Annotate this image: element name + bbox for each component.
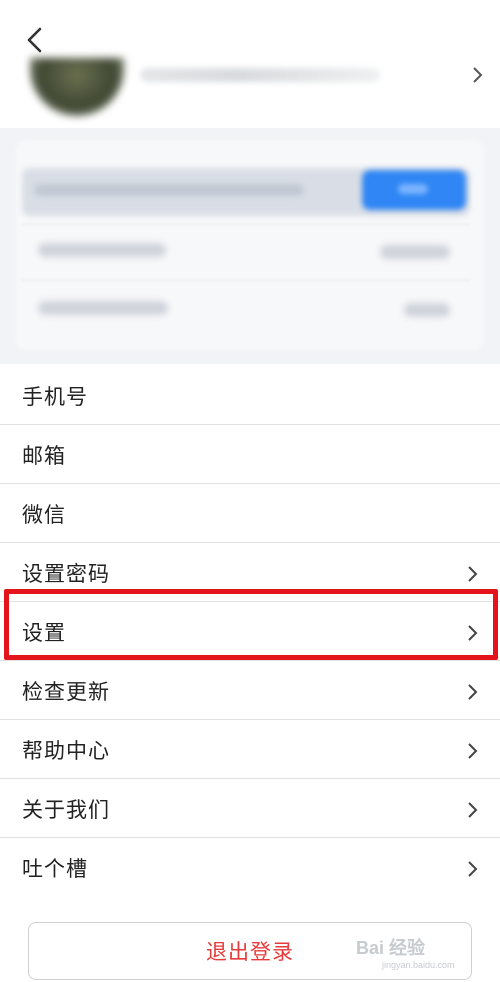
menu-item-label: 设置: [22, 621, 66, 645]
chevron-right-icon: [468, 861, 478, 877]
menu-item-set-password[interactable]: 设置密码: [0, 543, 500, 602]
back-button[interactable]: [18, 22, 54, 58]
chevron-right-icon: [468, 566, 478, 582]
watermark: Bai 经验 jingyan.baidu.com: [356, 932, 496, 976]
chevron-right-icon: [468, 684, 478, 700]
watermark-url: jingyan.baidu.com: [382, 960, 455, 970]
menu-item-label: 帮助中心: [22, 739, 110, 763]
blurred-row-label: [38, 243, 166, 257]
logout-label: 退出登录: [206, 940, 294, 964]
chevron-right-icon: [468, 743, 478, 759]
profile-row[interactable]: [0, 58, 500, 124]
chevron-right-icon: [468, 802, 478, 818]
avatar: [30, 58, 124, 116]
profile-name-blurred: [140, 68, 380, 82]
blurred-search-text: [34, 184, 304, 196]
menu-item-label: 吐个槽: [22, 857, 88, 881]
menu-item-wechat[interactable]: 微信: [0, 484, 500, 543]
blurred-row-value: [404, 303, 450, 317]
menu-item-label: 手机号: [22, 385, 88, 409]
settings-menu: 手机号 邮箱 微信 设置密码 设置 检查更新 帮助中心 关于我们 吐个槽: [0, 366, 500, 897]
menu-item-label: 关于我们: [22, 798, 110, 822]
menu-item-check-update[interactable]: 检查更新: [0, 661, 500, 720]
blurred-row-label: [38, 301, 168, 315]
menu-item-label: 微信: [22, 503, 66, 527]
menu-item-about-us[interactable]: 关于我们: [0, 779, 500, 838]
blurred-divider: [22, 280, 470, 281]
menu-item-help-center[interactable]: 帮助中心: [0, 720, 500, 779]
menu-item-settings[interactable]: 设置: [0, 602, 500, 661]
menu-item-label: 检查更新: [22, 680, 110, 704]
menu-item-label: 设置密码: [22, 562, 110, 586]
blurred-row-value: [380, 245, 450, 259]
chevron-right-icon: [473, 67, 483, 83]
menu-item-label: 邮箱: [22, 444, 66, 468]
top-bar: [0, 0, 500, 128]
watermark-logo: Bai 经验: [356, 938, 426, 958]
chevron-left-icon: [27, 27, 42, 53]
menu-item-email[interactable]: 邮箱: [0, 425, 500, 484]
blurred-button-text: [398, 184, 428, 194]
chevron-right-icon: [468, 625, 478, 641]
menu-item-feedback[interactable]: 吐个槽: [0, 838, 500, 897]
blurred-divider: [22, 224, 470, 225]
menu-item-phone[interactable]: 手机号: [0, 366, 500, 425]
